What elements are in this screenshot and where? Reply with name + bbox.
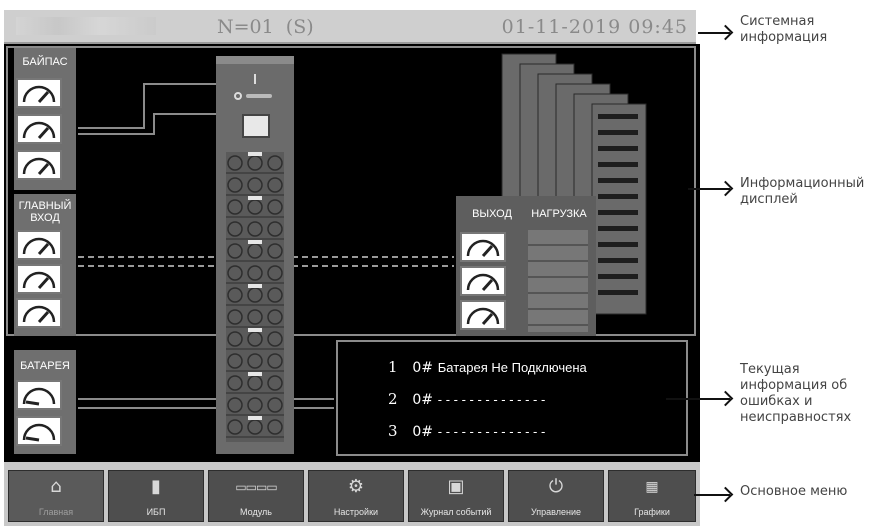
menu-home-button[interactable]: ⌂ Главная <box>8 470 104 522</box>
bypass-gauge-3[interactable] <box>16 150 62 180</box>
menu-ups-button[interactable]: ▮ ИБП <box>108 470 204 522</box>
main-input-gauge-3[interactable] <box>16 298 62 328</box>
output-gauge-1[interactable] <box>460 232 506 262</box>
information-display: БАЙПАС ГЛАВНЫЙ ВХОД БАТАРЕЯ ВЫХОД НАГРУЗ… <box>4 44 700 462</box>
menu-settings-button[interactable]: ⚙ Настройки <box>308 470 404 522</box>
log-icon: ▣ <box>447 476 465 497</box>
bypass-gauge-2[interactable] <box>16 114 62 144</box>
menu-control-button[interactable]: ⏻ Управление <box>508 470 604 522</box>
menu-label: Управление <box>530 507 582 517</box>
fault-text: - - - - - - - - - - - - - - <box>437 424 546 439</box>
battery-gauge-2[interactable] <box>16 416 62 446</box>
main-menu: ⌂ Главная ▮ ИБП ▭▭▭▭ Модуль ⚙ Настройки … <box>4 462 700 526</box>
fault-text: - - - - - - - - - - - - - - <box>437 392 546 407</box>
main-input-gauge-2[interactable] <box>16 264 62 294</box>
ups-icon: ▮ <box>151 476 161 497</box>
bypass-gauge-1[interactable] <box>16 78 62 108</box>
unit-indicator: N=01 (S) <box>217 16 314 38</box>
menu-label: Настройки <box>333 507 379 517</box>
gear-icon: ⚙ <box>347 476 365 497</box>
bypass-label: БАЙПАС <box>22 56 68 68</box>
datetime-display: 01-11-2019 09:45 <box>501 16 688 38</box>
fault-row-3: 3 0# - - - - - - - - - - - - - - <box>388 422 545 440</box>
callout-arrow-display <box>688 188 730 190</box>
fault-text: Батарея Не Подключена <box>437 360 587 375</box>
ups-cabinet-tower[interactable] <box>216 56 294 454</box>
system-status-bar: N=01 (S) 01-11-2019 09:45 <box>4 10 696 44</box>
callout-arrow-menu <box>694 494 730 496</box>
fault-number: 2 <box>388 390 398 408</box>
fault-code: 0# <box>412 360 433 376</box>
callout-arrow-system <box>698 32 730 34</box>
status-bar-blur <box>16 17 156 35</box>
power-icon: ⏻ <box>548 476 564 497</box>
menu-label: ИБП <box>146 507 166 517</box>
ups-control-screen <box>242 114 270 138</box>
fault-code: 0# <box>412 424 433 440</box>
graph-icon: ▦ <box>645 479 659 495</box>
callout-main-menu: Основное меню <box>740 484 848 499</box>
main-input-label: ГЛАВНЫЙ ВХОД <box>18 200 72 224</box>
callout-fault-info: Текущая информация об ошибках и неисправ… <box>740 362 852 425</box>
output-gauge-2[interactable] <box>460 266 506 296</box>
menu-graphs-button[interactable]: ▦ Графики <box>608 470 696 522</box>
output-gauge-3[interactable] <box>460 300 506 330</box>
menu-label: Главная <box>38 507 74 517</box>
fault-code: 0# <box>412 392 433 408</box>
menu-label: Журнал событий <box>420 507 492 517</box>
ups-status-led-icon <box>234 92 242 100</box>
callout-arrow-faults <box>666 398 730 400</box>
callout-system-info: Системная информация <box>740 14 828 45</box>
home-icon: ⌂ <box>50 476 62 497</box>
main-input-gauge-1[interactable] <box>16 230 62 260</box>
module-icon: ▭▭▭▭ <box>235 480 277 494</box>
load-bars <box>528 230 588 332</box>
menu-label: Модуль <box>240 507 272 517</box>
callout-info-display: Информационный дисплей <box>740 176 865 207</box>
fault-number: 3 <box>388 422 398 440</box>
load-label: НАГРУЗКА <box>531 208 587 220</box>
menu-label: Графики <box>634 507 670 517</box>
fault-row-2: 2 0# - - - - - - - - - - - - - - <box>388 390 545 408</box>
fault-row-1: 1 0# Батарея Не Подключена <box>388 358 587 376</box>
battery-gauge-1[interactable] <box>16 380 62 410</box>
ups-module-stack <box>226 152 284 442</box>
fault-number: 1 <box>388 358 398 376</box>
battery-label: БАТАРЕЯ <box>20 360 70 372</box>
menu-event-log-button[interactable]: ▣ Журнал событий <box>408 470 504 522</box>
output-label: ВЫХОД <box>472 208 512 220</box>
menu-module-button[interactable]: ▭▭▭▭ Модуль <box>208 470 304 522</box>
